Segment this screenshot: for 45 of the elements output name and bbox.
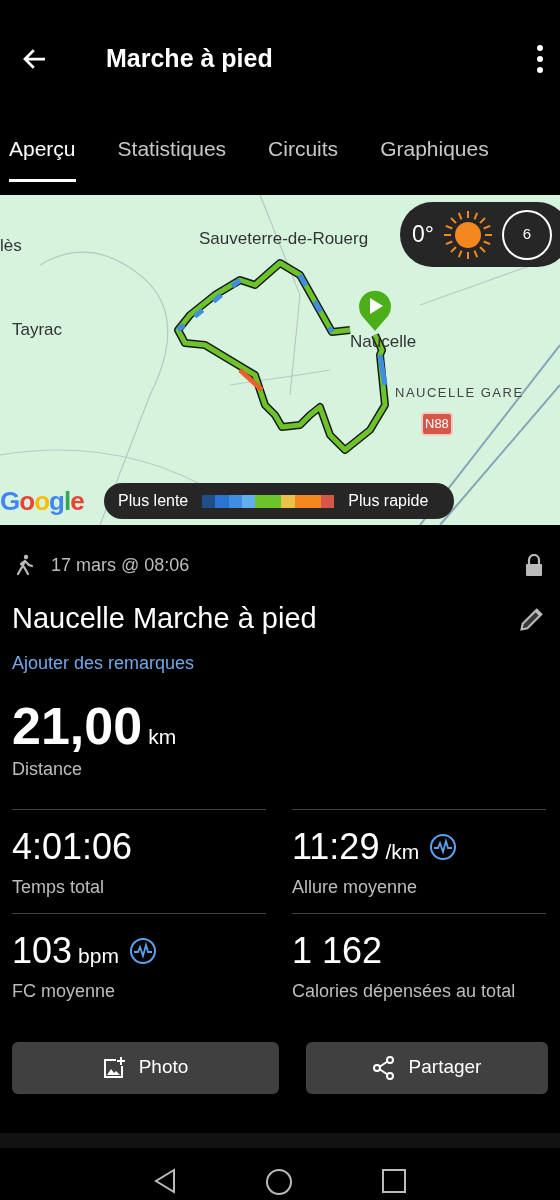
back-nav-icon[interactable]: [153, 1167, 177, 1194]
stat-label: Calories dépensées au total: [292, 979, 517, 1003]
stat-label: FC moyenne: [12, 979, 117, 1003]
map-label: Tayrac: [12, 319, 63, 341]
stat-unit: bpm: [78, 942, 119, 969]
home-nav-icon[interactable]: [265, 1167, 293, 1196]
recent-apps-icon[interactable]: [381, 1167, 407, 1194]
legend-label: Plus lente: [118, 491, 189, 511]
stat-value: 103: [12, 928, 73, 973]
stat-value: 1 162: [292, 928, 383, 973]
start-marker-icon: [357, 288, 393, 332]
road-sign: N88: [421, 412, 453, 436]
map-label: Sauveterre-de-Rouerg: [199, 228, 369, 250]
stat-unit: /km: [385, 838, 420, 865]
tab[interactable]: Circuits: [268, 118, 339, 182]
walking-icon: [16, 554, 34, 576]
map-label: lès: [0, 235, 22, 257]
heart-rate-icon[interactable]: [429, 832, 458, 861]
photo-button[interactable]: Photo: [12, 1041, 279, 1094]
distance-unit: km: [148, 723, 177, 750]
stat-label: Allure moyenne: [292, 875, 419, 899]
sun-icon: [442, 208, 494, 261]
map-label: NAUCELLE GARE: [395, 384, 524, 402]
add-photo-icon: [102, 1056, 125, 1079]
tab[interactable]: Graphiques: [380, 118, 489, 182]
lock-icon: [525, 554, 543, 576]
more-options-icon[interactable]: [536, 44, 544, 74]
distance-value: 21,00: [12, 695, 143, 756]
stat-label: Temps total: [12, 875, 106, 899]
temperature: 0°: [412, 220, 434, 250]
share-icon: [372, 1055, 395, 1080]
add-notes-link[interactable]: Ajouter des remarques: [12, 649, 195, 677]
google-logo: Google: [0, 485, 84, 518]
activity-title: Naucelle Marche à pied: [12, 601, 318, 636]
stat-value: 4:01:06: [12, 824, 133, 869]
legend-label: Plus rapide: [348, 491, 429, 511]
heart-rate-icon[interactable]: [128, 936, 157, 965]
tab[interactable]: Aperçu: [9, 118, 76, 182]
distance-label: Distance: [12, 757, 84, 781]
page-title: Marche à pied: [106, 43, 274, 75]
wind-indicator: 6: [502, 209, 552, 260]
activity-date: 17 mars @ 08:06: [51, 553, 191, 577]
share-button[interactable]: Partager: [306, 1041, 548, 1094]
stat-value: 11:29: [292, 824, 380, 869]
tab[interactable]: Statistiques: [117, 118, 227, 182]
